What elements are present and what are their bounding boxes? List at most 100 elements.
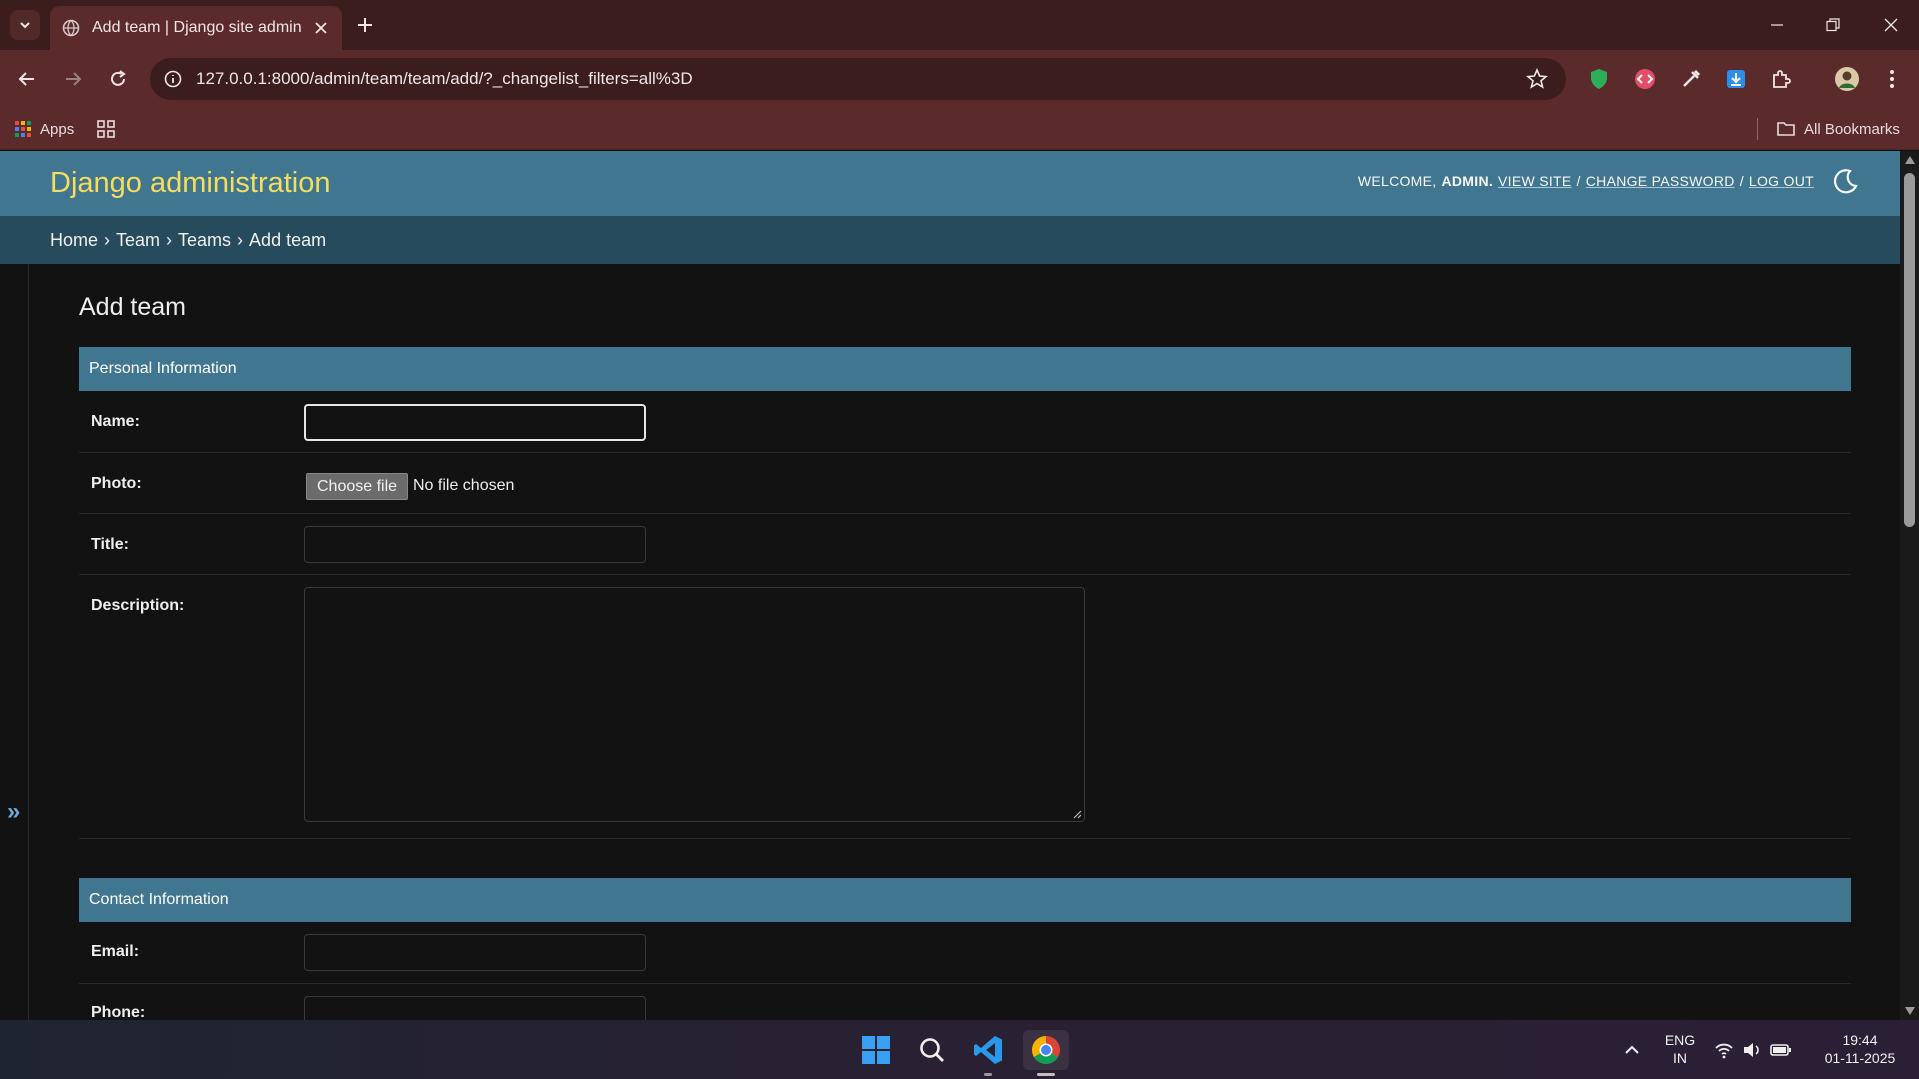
nav-sidebar-toggle[interactable]: » (0, 264, 29, 1020)
active-indicator (1037, 1073, 1055, 1076)
name-input[interactable] (304, 404, 646, 441)
close-tab-icon[interactable] (312, 19, 330, 37)
phone-input[interactable] (304, 996, 646, 1020)
username: ADMIN. (1441, 173, 1494, 189)
restore-icon (1826, 18, 1840, 32)
title-input[interactable] (304, 526, 646, 563)
change-password-link[interactable]: CHANGE PASSWORD (1586, 173, 1735, 189)
folder-icon (1777, 122, 1795, 136)
page-scrollbar[interactable] (1900, 151, 1919, 1020)
all-bookmarks-label: All Bookmarks (1804, 120, 1900, 138)
clock-time: 19:44 (1842, 1032, 1878, 1048)
clock[interactable]: 19:44 01-11-2025 (1810, 1031, 1910, 1067)
scroll-up-icon[interactable] (1905, 156, 1915, 164)
reload-button[interactable] (103, 64, 133, 94)
all-bookmarks[interactable]: All Bookmarks (1776, 116, 1900, 142)
restore-button[interactable] (1818, 10, 1848, 40)
extension-downloader[interactable] (1721, 64, 1751, 94)
extension-devtools[interactable] (1630, 64, 1660, 94)
log-out-link[interactable]: LOG OUT (1749, 173, 1814, 189)
browser-menu-button[interactable] (1877, 64, 1907, 94)
page-title: Add team (79, 293, 187, 321)
address-bar[interactable]: 127.0.0.1:8000/admin/team/team/add/?_cha… (150, 58, 1566, 100)
start-button[interactable] (856, 1030, 896, 1070)
system-tray-status[interactable] (1708, 1030, 1798, 1070)
code-badge-icon (1635, 69, 1655, 89)
extension-shield[interactable] (1584, 64, 1614, 94)
back-button[interactable] (12, 64, 42, 94)
breadcrumb-separator: › (104, 229, 111, 250)
choose-file-button[interactable]: Choose file (306, 473, 409, 500)
language-indicator[interactable]: ENG IN (1660, 1031, 1700, 1067)
chrome-icon (1032, 1036, 1060, 1064)
breadcrumb-team-app[interactable]: Team (116, 230, 160, 251)
separator: / (1739, 173, 1744, 189)
breadcrumb-home[interactable]: Home (50, 230, 98, 251)
apps-bookmark[interactable]: Apps (14, 116, 74, 142)
breadcrumb-current: Add team (249, 229, 327, 250)
language-code: ENG (1664, 1032, 1696, 1048)
resize-handle-icon[interactable] (1072, 809, 1082, 819)
breadcrumb-teams[interactable]: Teams (178, 230, 231, 251)
browser-tab-bar: Add team | Django site admin (0, 0, 1919, 50)
apps-label: Apps (40, 120, 75, 138)
vscode-taskbar-button[interactable] (968, 1030, 1008, 1076)
scrollbar-thumb[interactable] (1904, 173, 1915, 527)
user-tools: WELCOME, ADMIN. VIEW SITE / CHANGE PASSW… (1358, 173, 1814, 189)
extensions-button[interactable] (1766, 64, 1796, 94)
separator: / (1576, 173, 1581, 189)
url-text: 127.0.0.1:8000/admin/team/team/add/?_cha… (196, 69, 693, 88)
globe-icon (62, 19, 80, 37)
description-textarea[interactable] (304, 587, 1085, 822)
volume-icon (1744, 1043, 1759, 1057)
chevron-up-icon (1625, 1045, 1639, 1054)
chevron-down-icon (20, 22, 30, 29)
site-brand[interactable]: Django administration (50, 167, 330, 200)
form-row-title: Title: (79, 514, 1851, 575)
site-info-icon[interactable] (164, 70, 182, 88)
expand-sidebar-icon: » (7, 798, 21, 825)
photo-label: Photo: (91, 475, 142, 492)
clock-date: 01-11-2025 (1824, 1050, 1896, 1066)
extension-picker[interactable] (1676, 64, 1706, 94)
active-tab[interactable]: Add team | Django site admin (50, 6, 342, 50)
new-tab-button[interactable] (352, 12, 378, 38)
description-label: Description: (91, 597, 185, 614)
email-label: Email: (91, 943, 140, 960)
show-hidden-icons-button[interactable] (1612, 1030, 1652, 1070)
close-window-button[interactable] (1876, 10, 1906, 40)
minimize-button[interactable] (1762, 10, 1792, 40)
profile-button[interactable] (1832, 64, 1862, 94)
wifi-icon (1715, 1043, 1733, 1059)
grid-icon (97, 120, 115, 138)
taskbar-search-button[interactable] (912, 1030, 952, 1070)
kebab-menu-icon (1890, 70, 1894, 88)
tab-groups-bookmark[interactable] (96, 116, 116, 142)
breadcrumb-separator: › (237, 229, 244, 250)
arrow-right-icon (66, 72, 82, 86)
theme-toggle-moon-icon[interactable] (1830, 167, 1860, 197)
bookmark-star-icon[interactable] (1526, 68, 1548, 90)
fieldset-contact-header: Contact Information (79, 878, 1851, 922)
email-input[interactable] (304, 934, 646, 971)
forward-button[interactable] (58, 64, 88, 94)
fieldset-personal-header: Personal Information (79, 347, 1851, 391)
form-row-email: Email: (79, 922, 1851, 984)
form-row-phone: Phone: (79, 984, 1851, 1020)
welcome-text: WELCOME, (1357, 173, 1437, 189)
shield-icon (1591, 69, 1607, 89)
region-code: IN (1673, 1050, 1687, 1066)
form-row-name: Name: (79, 391, 1851, 453)
view-site-link[interactable]: VIEW SITE (1498, 173, 1572, 189)
name-label: Name: (91, 413, 140, 430)
file-status-text: No file chosen (413, 477, 515, 494)
chrome-taskbar-button[interactable] (1023, 1030, 1069, 1076)
os-taskbar: ENG IN 19:44 01-11-2025 (0, 1020, 1919, 1079)
reload-icon (111, 70, 126, 86)
download-icon (1727, 70, 1745, 88)
scroll-down-icon[interactable] (1905, 1007, 1915, 1015)
plus-icon (358, 18, 372, 32)
tab-search-button[interactable] (10, 10, 40, 40)
phone-label: Phone: (91, 1004, 146, 1020)
close-icon (1884, 18, 1898, 32)
